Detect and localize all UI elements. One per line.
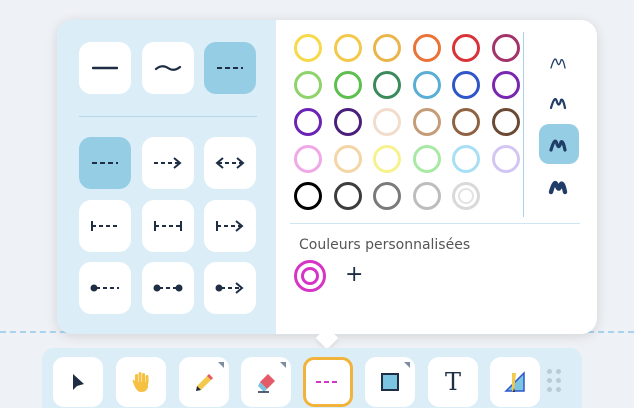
pen-stroke-thick-icon [549, 139, 567, 152]
pen-width-extra-thick-button[interactable] [539, 166, 579, 206]
ruler-compass-icon [504, 371, 525, 392]
end-dashed-plain-button[interactable] [79, 137, 131, 189]
pen-stroke-medium-icon [549, 97, 567, 110]
end-bar-both-button[interactable] [142, 200, 194, 252]
end-dot-arrow-button[interactable] [204, 262, 256, 314]
pencil-icon [196, 374, 213, 391]
stroke-dashed-button[interactable] [204, 42, 256, 94]
color-swatch[interactable] [333, 108, 362, 136]
end-dot-both-button[interactable] [142, 262, 194, 314]
palette-divider [523, 32, 524, 217]
color-swatch[interactable] [373, 34, 401, 62]
color-swatch[interactable] [294, 145, 322, 173]
end-arrow-both-button[interactable] [204, 137, 256, 189]
color-swatch[interactable] [333, 34, 362, 62]
color-swatch[interactable] [452, 34, 480, 62]
pen-stroke-extra-thick-icon [548, 180, 568, 195]
eraser-tool-button[interactable] [241, 357, 291, 407]
line-style-panel [57, 20, 276, 334]
color-swatch[interactable] [373, 145, 401, 173]
shape-tool-button[interactable] [365, 357, 415, 407]
color-swatch[interactable] [333, 145, 362, 173]
cursor-arrow-icon [73, 374, 84, 390]
color-swatch[interactable] [452, 71, 480, 99]
eraser-icon [258, 374, 275, 393]
add-custom-color-button[interactable]: + [345, 264, 363, 286]
color-swatch[interactable] [491, 108, 520, 136]
color-swatch[interactable] [491, 145, 520, 173]
line-style-popover: Couleurs personnalisées + [57, 20, 597, 334]
color-swatch[interactable] [491, 34, 520, 62]
color-swatch[interactable] [491, 71, 520, 99]
color-swatch[interactable] [294, 71, 322, 99]
dot-start-icon [90, 284, 119, 292]
color-swatch[interactable] [373, 108, 401, 136]
line-tool-button[interactable] [303, 357, 353, 407]
color-swatch[interactable] [412, 108, 441, 136]
arrow-right-icon [154, 157, 182, 169]
select-tool-button[interactable] [53, 357, 103, 407]
pencil-tool-button[interactable] [179, 357, 229, 407]
pen-width-thin-button[interactable] [539, 42, 579, 82]
custom-color-swatch[interactable] [294, 260, 326, 292]
color-swatch[interactable] [333, 182, 362, 210]
color-swatch[interactable] [294, 182, 322, 210]
stroke-wavy-button[interactable] [142, 42, 194, 94]
dashed-line-icon [217, 67, 243, 69]
color-swatch[interactable] [452, 145, 480, 173]
wavy-line-icon [154, 65, 182, 71]
bar-both-icon [154, 221, 182, 231]
pen-width-thick-button[interactable] [539, 124, 579, 164]
hand-tool-button[interactable] [116, 357, 166, 407]
hand-icon [132, 372, 149, 392]
color-swatch[interactable] [412, 71, 441, 99]
submenu-corner-icon [404, 362, 410, 368]
color-swatch[interactable] [373, 182, 401, 210]
color-swatch[interactable] [452, 182, 480, 210]
stroke-solid-button[interactable] [79, 42, 131, 94]
end-bar-arrow-button[interactable] [204, 200, 256, 252]
bar-start-icon [91, 221, 119, 231]
solid-line-icon [92, 66, 118, 70]
color-swatch[interactable] [333, 71, 362, 99]
bar-arrow-icon [216, 220, 244, 232]
dashed-line-icon [92, 162, 118, 164]
color-swatch[interactable] [452, 108, 480, 136]
ruler-tool-button[interactable] [490, 357, 540, 407]
color-swatch[interactable] [412, 182, 441, 210]
color-swatch[interactable] [294, 34, 322, 62]
pen-stroke-thin-icon [550, 58, 566, 69]
end-arrow-button[interactable] [142, 137, 194, 189]
custom-colors-divider [290, 223, 580, 224]
dashed-line-icon [316, 381, 340, 383]
panel-divider [79, 116, 257, 117]
end-bar-start-button[interactable] [79, 200, 131, 252]
color-swatch[interactable] [373, 71, 401, 99]
color-swatch[interactable] [412, 145, 441, 173]
bottom-toolbar: T [42, 348, 582, 408]
color-swatch[interactable] [412, 34, 441, 62]
custom-colors-label: Couleurs personnalisées [299, 237, 471, 253]
end-dot-start-button[interactable] [79, 262, 131, 314]
submenu-corner-icon [280, 362, 286, 368]
color-swatch[interactable] [294, 108, 322, 136]
submenu-corner-icon [218, 362, 224, 368]
text-tool-button[interactable]: T [428, 357, 478, 407]
dot-both-icon [153, 284, 183, 292]
square-shape-icon [381, 373, 399, 391]
pen-width-medium-button[interactable] [539, 82, 579, 122]
arrow-both-icon [215, 157, 245, 169]
dot-arrow-icon [215, 282, 244, 294]
